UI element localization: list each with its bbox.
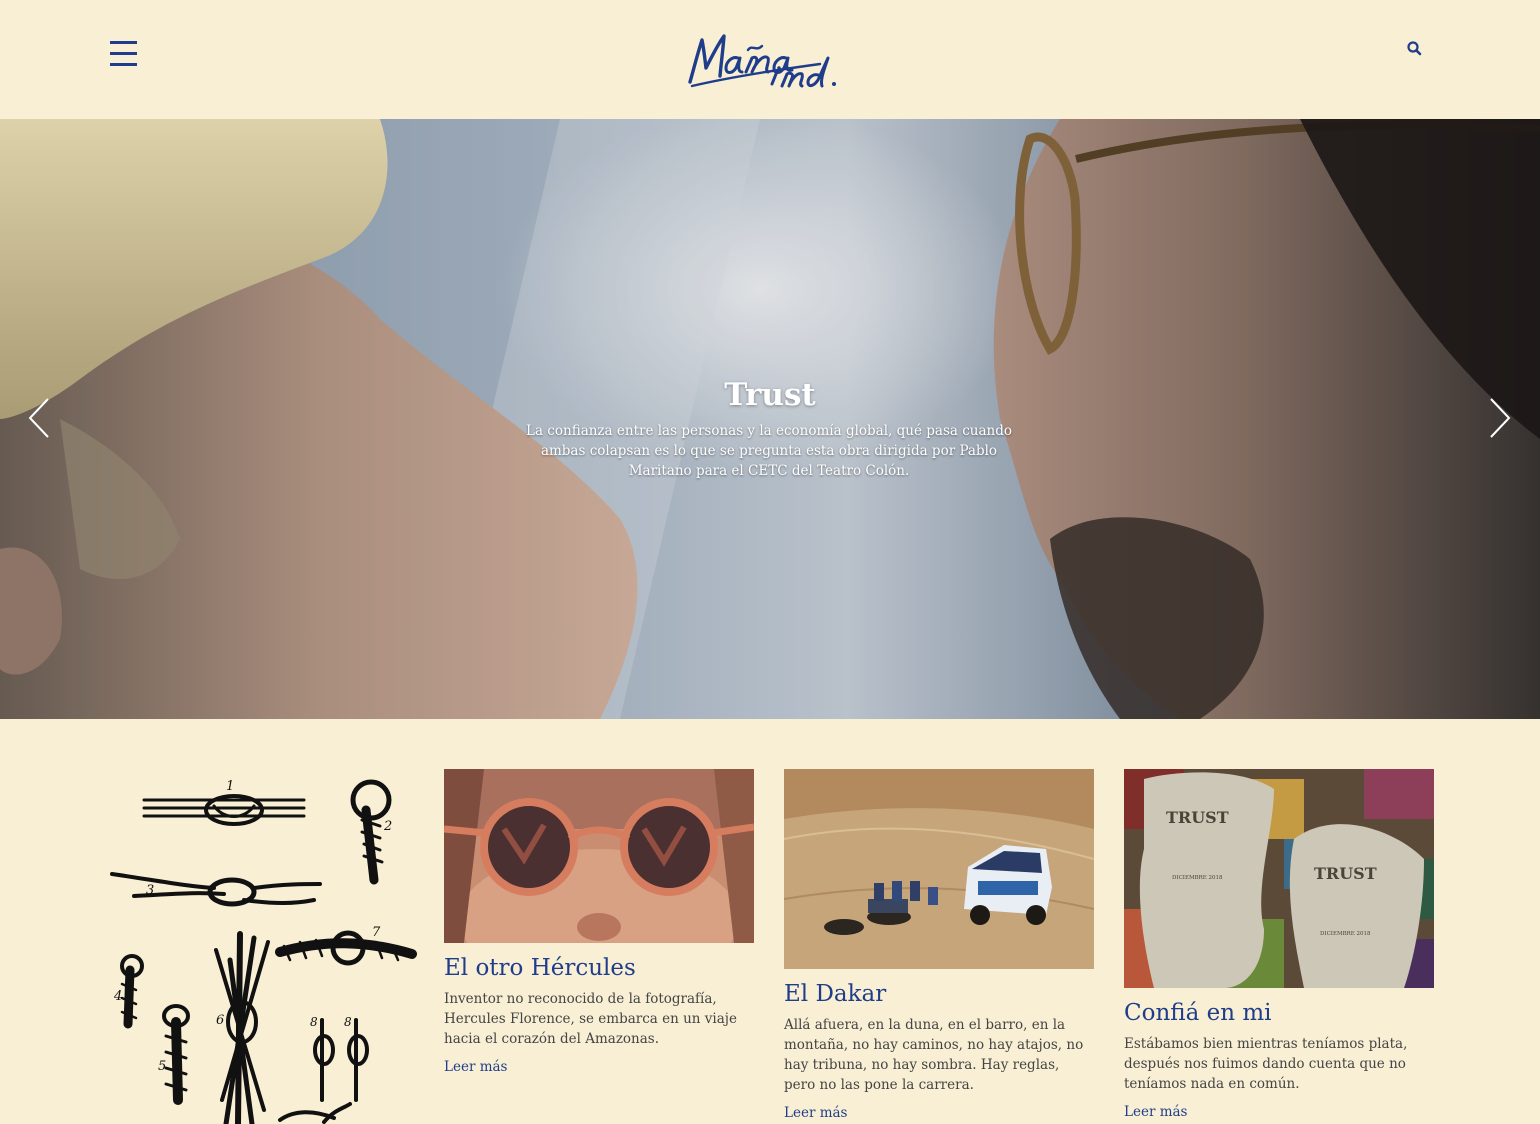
- knots-illustration: 1 2 3 7 4 5 6 8 8: [104, 770, 424, 1124]
- knot-drawing: 3: [110, 872, 322, 907]
- read-more-link[interactable]: Leer más: [784, 1105, 847, 1121]
- hero-description: La confianza entre las personas y la eco…: [526, 423, 1012, 479]
- svg-text:1: 1: [226, 779, 234, 794]
- knot-drawing: 2: [350, 779, 392, 885]
- article-thumbnail[interactable]: [784, 769, 1094, 969]
- article-excerpt: Estábamos bien mientras teníamos plata, …: [1124, 1036, 1408, 1092]
- site-header: [0, 0, 1540, 119]
- search-icon[interactable]: [1406, 40, 1424, 58]
- knot-drawing: 5: [158, 1004, 190, 1105]
- article-card: El otro Hércules Inventor no reconocido …: [444, 769, 754, 1075]
- svg-text:8: 8: [344, 1015, 352, 1029]
- knot-drawing: 8 8: [310, 1015, 369, 1102]
- hero-title: Trust: [724, 377, 816, 413]
- poster-title: TRUST: [1314, 864, 1377, 883]
- poster-title: TRUST: [1166, 808, 1229, 827]
- svg-text:8: 8: [310, 1015, 318, 1029]
- hero-slider: Trust La confianza entre las personas y …: [0, 119, 1540, 719]
- read-more-link[interactable]: Leer más: [444, 1059, 507, 1075]
- logo-wordmark: [688, 34, 836, 88]
- article-thumbnail[interactable]: TRUST DICIEMBRE 2018 TRUST DICIEMBRE 201…: [1124, 769, 1434, 988]
- read-more-link[interactable]: Leer más: [1124, 1104, 1187, 1120]
- svg-text:5: 5: [158, 1059, 166, 1074]
- svg-text:6: 6: [216, 1013, 224, 1028]
- knot-drawing: 1: [142, 779, 306, 826]
- menu-line: [110, 63, 137, 66]
- article-title[interactable]: Confiá en mi: [1124, 998, 1434, 1028]
- article-card: El Dakar Allá afuera, en la duna, en el …: [784, 769, 1094, 1121]
- svg-text:4: 4: [113, 989, 122, 1004]
- chevron-left-icon[interactable]: [26, 397, 52, 439]
- site-logo[interactable]: [686, 28, 856, 92]
- article-title[interactable]: El Dakar: [784, 979, 1094, 1009]
- svg-text:3: 3: [146, 883, 154, 898]
- knot-drawing: 4: [113, 954, 144, 1029]
- knot-drawing: 7: [275, 925, 417, 966]
- knot-drawing: 6: [214, 931, 270, 1124]
- menu-line: [110, 41, 137, 44]
- poster-date: DICIEMBRE 2018: [1172, 875, 1223, 881]
- article-title[interactable]: El otro Hércules: [444, 953, 754, 983]
- svg-text:7: 7: [372, 925, 381, 940]
- article-excerpt: Allá afuera, en la duna, en el barro, en…: [784, 1017, 1084, 1093]
- poster-date: DICIEMBRE 2018: [1320, 931, 1371, 937]
- article-card: TRUST DICIEMBRE 2018 TRUST DICIEMBRE 201…: [1124, 769, 1434, 1120]
- hamburger-menu-icon[interactable]: [110, 41, 137, 66]
- article-thumbnail[interactable]: [444, 769, 754, 943]
- svg-text:2: 2: [383, 819, 392, 834]
- hero-image: [0, 119, 1540, 719]
- article-excerpt: Inventor no reconocido de la fotografía,…: [444, 991, 737, 1047]
- chevron-right-icon[interactable]: [1487, 397, 1513, 439]
- menu-line: [110, 52, 137, 55]
